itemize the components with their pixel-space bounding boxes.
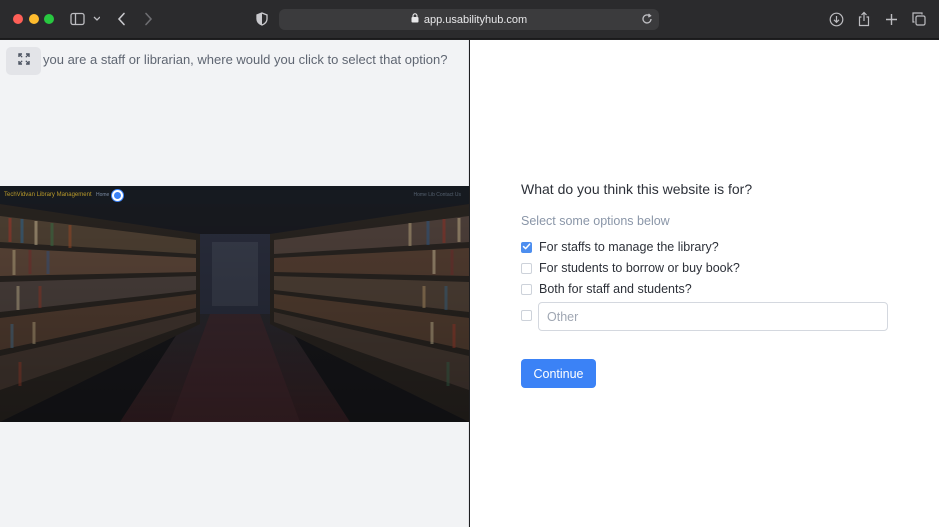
lock-icon (411, 13, 419, 26)
expand-icon (17, 52, 30, 70)
option-students-label: For students to borrow or buy book? (539, 261, 740, 275)
survey-pane: What do you think this website is for? S… (470, 40, 939, 527)
forward-button[interactable] (138, 9, 158, 29)
zoom-window-button[interactable] (44, 14, 54, 24)
library-shelves-image (0, 204, 469, 422)
chevron-right-icon (143, 12, 153, 26)
option-other-checkbox[interactable] (521, 310, 532, 321)
other-text-input[interactable] (538, 302, 888, 331)
share-icon (857, 11, 871, 27)
prototype-screenshot[interactable]: TechVidvan Library Management Home Home … (0, 186, 469, 422)
browser-toolbar: app.usabilityhub.com (0, 0, 939, 39)
option-both[interactable]: Both for staff and students? (521, 282, 692, 296)
survey-question-title: What do you think this website is for? (521, 181, 753, 197)
prototype-logo: TechVidvan Library Management (4, 192, 92, 198)
share-button[interactable] (854, 9, 874, 29)
url-text: app.usabilityhub.com (423, 13, 528, 26)
task-pane: you are a staff or librarian, where woul… (0, 40, 469, 527)
download-icon (829, 12, 844, 27)
option-staff-checkbox[interactable] (521, 241, 532, 253)
option-both-checkbox[interactable] (521, 283, 532, 295)
survey-hint: Select some options below (521, 214, 670, 228)
option-students[interactable]: For students to borrow or buy book? (521, 261, 740, 275)
minimize-window-button[interactable] (29, 14, 39, 24)
option-students-checkbox[interactable] (521, 262, 532, 274)
back-button[interactable] (112, 9, 132, 29)
plus-icon (885, 13, 898, 26)
privacy-report-button[interactable] (252, 9, 272, 29)
option-both-label: Both for staff and students? (539, 282, 692, 296)
click-marker (112, 190, 123, 201)
prototype-nav-home: Home (96, 192, 110, 198)
sidebar-toggle-button[interactable] (68, 9, 102, 29)
close-window-button[interactable] (13, 14, 23, 24)
prototype-nav-links: Home Lib Contact Us (413, 192, 461, 198)
tabs-icon (912, 12, 926, 26)
checkmark-icon (522, 238, 531, 256)
chevron-left-icon (117, 12, 127, 26)
option-staff-label: For staffs to manage the library? (539, 240, 719, 254)
reload-icon[interactable] (640, 12, 654, 31)
prototype-navbar: TechVidvan Library Management Home Home … (0, 186, 469, 204)
address-bar[interactable]: app.usabilityhub.com (279, 9, 659, 30)
continue-button[interactable]: Continue (521, 359, 596, 388)
shield-icon (256, 12, 268, 26)
downloads-button[interactable] (826, 9, 846, 29)
task-question: you are a staff or librarian, where woul… (43, 52, 448, 67)
sidebar-icon (70, 12, 100, 26)
option-staff[interactable]: For staffs to manage the library? (521, 240, 719, 254)
tab-overview-button[interactable] (909, 9, 929, 29)
option-other[interactable] (521, 310, 532, 321)
expand-button[interactable] (6, 47, 41, 75)
new-tab-button[interactable] (881, 9, 901, 29)
